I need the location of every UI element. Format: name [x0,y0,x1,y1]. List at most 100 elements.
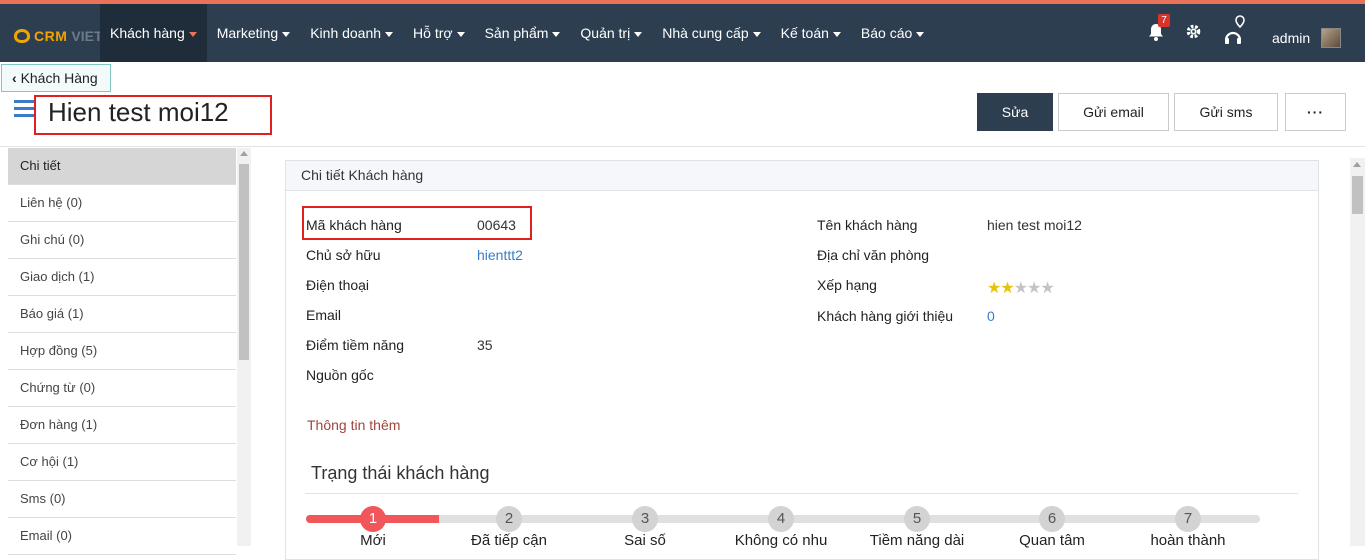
label-owner: Chủ sở hữu [306,247,381,263]
star-empty-icon[interactable]: ★ [1027,280,1041,297]
nav-ho-tro[interactable]: Hỗ trợ [403,4,475,62]
label-potential-score: Điểm tiềm năng [306,337,405,353]
status-step-4[interactable]: 4 [768,506,794,532]
caret-down-icon [752,31,761,37]
sidebar-item-email[interactable]: Email (0) [8,518,236,555]
value-referral-link[interactable]: 0 [987,308,995,324]
caret-down-icon [385,31,394,37]
rating-stars[interactable]: ★★★★★ [987,278,1055,298]
nav-kinh-doanh[interactable]: Kinh doanh [300,4,403,62]
value-customer-name: hien test moi12 [987,217,1082,233]
star-filled-icon[interactable]: ★ [987,280,1001,297]
nav-label: Sản phẩm [484,25,549,41]
status-divider [305,493,1298,494]
nav-label: Marketing [216,25,279,41]
label-source: Nguồn gốc [306,367,374,383]
page-title: Hien test moi12 [48,97,229,127]
sidebar-scrollbar[interactable] [237,148,251,546]
status-step-label: Quan tâm [1019,532,1085,549]
chevron-left-icon: ‹ [12,70,21,86]
nav-label: Kinh doanh [310,25,382,41]
label-email: Email [306,307,342,323]
top-navbar: CRM VIET Khách hàng Marketing Kinh doanh … [0,0,1365,62]
label-phone: Điện thoại [306,277,370,293]
status-step-2[interactable]: 2 [496,506,522,532]
caret-down-icon [188,31,197,37]
nav-label: Hỗ trợ [413,25,453,41]
sidebar-item-chi-tiet[interactable]: Chi tiết [8,148,236,185]
nav-label: Khách hàng [110,25,185,41]
support-headset-location-icon[interactable] [1223,14,1249,53]
status-step-label: Đã tiếp cận [471,532,547,549]
label-office-address: Địa chỉ văn phòng [817,247,930,263]
caret-down-icon [456,31,465,37]
logo-ring-icon [14,29,30,43]
main-menu: Khách hàng Marketing Kinh doanh Hỗ trợ S… [100,4,934,62]
nav-ke-toan[interactable]: Kế toán [771,4,851,62]
sidebar-item-sms[interactable]: Sms (0) [8,481,236,518]
sidebar-item-lien-he[interactable]: Liên hệ (0) [8,185,236,222]
more-actions-button[interactable]: ··· [1285,93,1346,131]
send-sms-button[interactable]: Gửi sms [1174,93,1278,131]
status-step-6[interactable]: 6 [1039,506,1065,532]
avatar[interactable] [1321,28,1341,48]
sidebar-item-co-hoi[interactable]: Cơ hội (1) [8,444,236,481]
scrollbar-thumb[interactable] [239,164,249,360]
status-step-label: Tiềm năng dài [869,532,965,549]
status-step-label: Sai số [624,532,666,549]
star-filled-icon[interactable]: ★ [1000,280,1014,297]
back-label: Khách Hàng [20,70,98,86]
edit-button[interactable]: Sửa [977,93,1053,131]
sidebar-item-giao-dich[interactable]: Giao dịch (1) [8,259,236,296]
value-customer-code: 00643 [477,217,516,233]
sidebar-item-don-hang[interactable]: Đơn hàng (1) [8,407,236,444]
sidebar-item-hop-dong[interactable]: Hợp đồng (5) [8,333,236,370]
sidebar-item-bao-gia[interactable]: Báo giá (1) [8,296,236,333]
star-empty-icon[interactable]: ★ [1040,280,1054,297]
caret-down-icon [916,31,925,37]
status-step-label: Mới [360,532,386,549]
caret-down-icon [634,31,643,37]
gear-icon[interactable] [1185,23,1202,45]
user-name[interactable]: admin [1272,30,1310,46]
label-customer-code: Mã khách hàng [306,217,402,233]
nav-label: Kế toán [780,25,829,41]
sidebar-item-ghi-chu[interactable]: Ghi chú (0) [8,222,236,259]
detail-sidebar: Chi tiết Liên hệ (0) Ghi chú (0) Giao dị… [8,148,236,555]
status-step-7[interactable]: 7 [1175,506,1201,532]
label-customer-name: Tên khách hàng [817,217,918,233]
sidebar-item-chung-tu[interactable]: Chứng từ (0) [8,370,236,407]
nav-quan-tri[interactable]: Quản trị [570,4,652,62]
nav-label: Quản trị [580,25,631,41]
nav-san-pham[interactable]: Sản phẩm [475,4,571,62]
status-step-label: hoàn thành [1150,532,1226,549]
nav-nha-cung-cap[interactable]: Nhà cung cấp [652,4,770,62]
menu-toggle-icon[interactable] [14,100,36,121]
caret-down-icon [282,31,291,37]
status-section-title: Trạng thái khách hàng [311,463,490,483]
label-rating: Xếp hạng [817,277,877,293]
status-step-3[interactable]: 3 [632,506,658,532]
logo-text-crm: CRM [34,28,68,44]
more-info-link[interactable]: Thông tin thêm [307,417,400,433]
status-step-5[interactable]: 5 [904,506,930,532]
scroll-up-arrow-icon[interactable] [1353,162,1361,167]
scroll-up-arrow-icon[interactable] [240,151,248,156]
back-to-customers-button[interactable]: ‹ Khách Hàng [1,64,111,92]
label-referral: Khách hàng giới thiệu [817,308,954,324]
notification-count-badge: 7 [1158,14,1170,27]
crmviet-logo[interactable]: CRM VIET [14,28,103,44]
caret-down-icon [832,31,841,37]
star-empty-icon[interactable]: ★ [1014,280,1028,297]
value-owner-link[interactable]: hienttt2 [477,247,523,263]
nav-bao-cao[interactable]: Báo cáo [851,4,934,62]
nav-label: Nhà cung cấp [662,25,749,41]
nav-label: Báo cáo [860,25,913,41]
header-divider [0,146,1365,147]
send-email-button[interactable]: Gửi email [1058,93,1169,131]
nav-marketing[interactable]: Marketing [207,4,300,62]
status-step-1[interactable]: 1 [360,506,386,532]
main-scrollbar[interactable] [1350,158,1365,546]
nav-khach-hang[interactable]: Khách hàng [100,4,207,62]
scrollbar-thumb[interactable] [1352,176,1363,214]
